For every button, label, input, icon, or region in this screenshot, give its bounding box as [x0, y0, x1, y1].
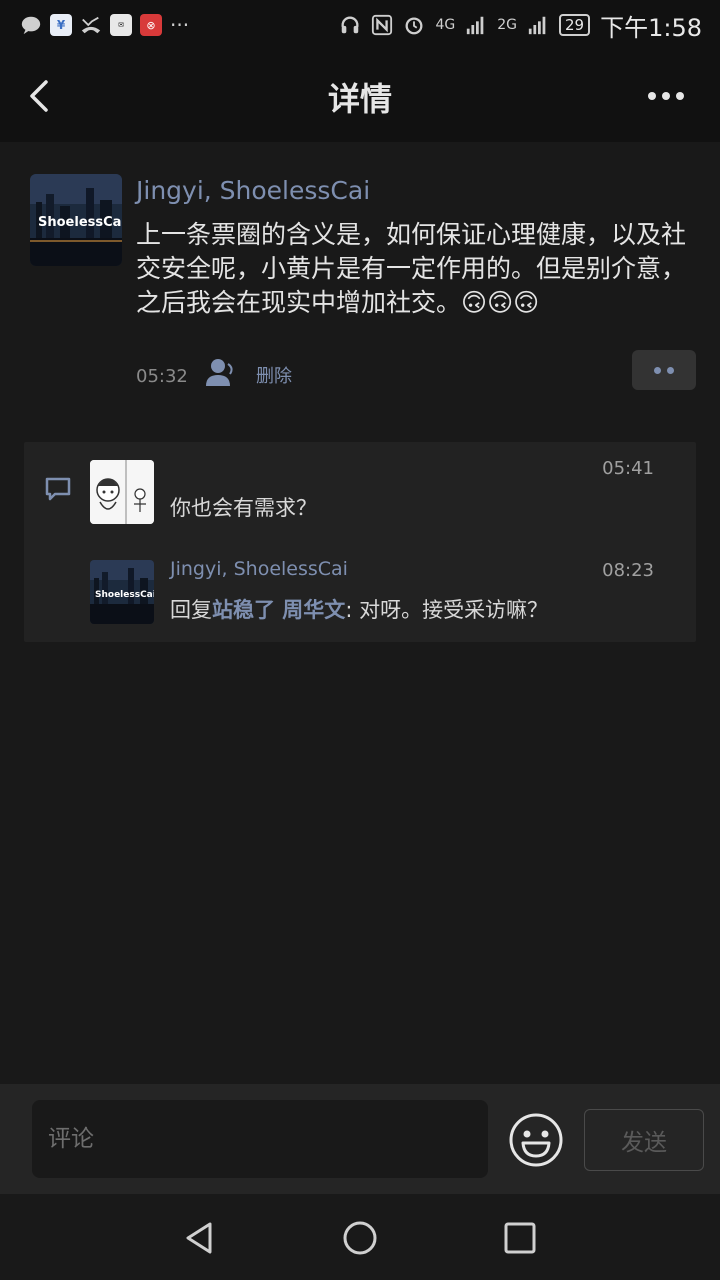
comment-time: 08:23 — [602, 560, 654, 581]
network-type-2: 2G — [497, 17, 517, 33]
reply-text: : 对呀。接受采访嘛？ — [345, 598, 549, 622]
more-notifications-icon: ··· — [170, 13, 190, 37]
cartoon-avatar-image — [90, 460, 154, 524]
more-options-icon[interactable] — [646, 88, 686, 104]
clock: 下午1:58 — [600, 13, 702, 42]
system-back-icon[interactable] — [180, 1218, 220, 1258]
commenter-avatar[interactable]: ShoelessCai — [90, 560, 154, 624]
comment-text: 回复站稳了 周华文: 对呀。接受采访嘛？ — [170, 594, 548, 624]
author-avatar[interactable]: ShoelessCai — [30, 174, 122, 266]
system-recents-icon[interactable] — [500, 1218, 540, 1258]
network-type-1: 4G — [435, 17, 456, 33]
system-navigation-bar — [0, 1194, 720, 1280]
message-icon — [21, 16, 41, 35]
nfc-icon — [372, 14, 393, 36]
alarm-icon — [405, 17, 423, 35]
comment-time: 05:41 — [602, 458, 654, 479]
post-text: 上一条票圈的含义是，如何保证心理健康，以及社交安全呢，小黄片是有一定作用的。但是… — [136, 220, 687, 317]
app-badge-icon: ⊗ — [140, 14, 162, 36]
headset-icon — [341, 16, 359, 34]
reply-to-name[interactable]: 站稳了 周华文 — [212, 598, 345, 622]
comment-input[interactable] — [32, 1100, 488, 1178]
huawei-mail-icon: ✉ — [110, 14, 132, 36]
avatar-text: ShoelessCai — [38, 215, 122, 230]
post-author-name[interactable]: Jingyi, ShoelessCai — [136, 176, 370, 205]
dot — [667, 366, 674, 374]
dot — [654, 366, 661, 374]
avatar-text: ShoelessCai — [95, 590, 154, 600]
system-home-icon[interactable] — [340, 1218, 380, 1258]
missed-call-icon — [81, 16, 101, 34]
send-button[interactable]: 发送 — [584, 1109, 704, 1171]
comment-input-bar: 发送 — [0, 1084, 720, 1194]
comment-icon — [45, 477, 71, 501]
avatar-image: ShoelessCai — [30, 174, 122, 266]
commenter-avatar[interactable] — [90, 460, 154, 524]
navigation-bar: 详情 — [0, 50, 720, 142]
battery-icon: 29 — [559, 14, 591, 36]
phone-assistant-icon: ¥ — [50, 14, 72, 36]
page-title: 详情 — [327, 80, 392, 118]
post-time: 05:32 — [136, 366, 188, 387]
emoji-icon[interactable] — [508, 1112, 564, 1168]
delete-button[interactable]: 删除 — [256, 362, 292, 388]
notification-icons: ¥ ✉ ⊗ ··· — [0, 13, 189, 37]
status-indicators: 4G 2G 29 下午1:58 — [339, 8, 720, 43]
comments-section: 你也会有需求？ 05:41 ShoelessCai Jingyi, Shoele… — [24, 442, 696, 642]
commenter-name[interactable]: Jingyi, ShoelessCai — [170, 558, 348, 580]
reply-prefix: 回复 — [170, 598, 212, 622]
signal-icon — [467, 16, 484, 35]
avatar-image: ShoelessCai — [90, 560, 154, 624]
like-comment-menu-button[interactable] — [632, 350, 696, 390]
status-bar: ¥ ✉ ⊗ ··· 4G 2G 29 下午1:58 — [0, 0, 720, 50]
visibility-person-icon — [206, 359, 233, 386]
signal-icon-2 — [528, 16, 546, 35]
comment-text: 你也会有需求？ — [170, 496, 317, 520]
